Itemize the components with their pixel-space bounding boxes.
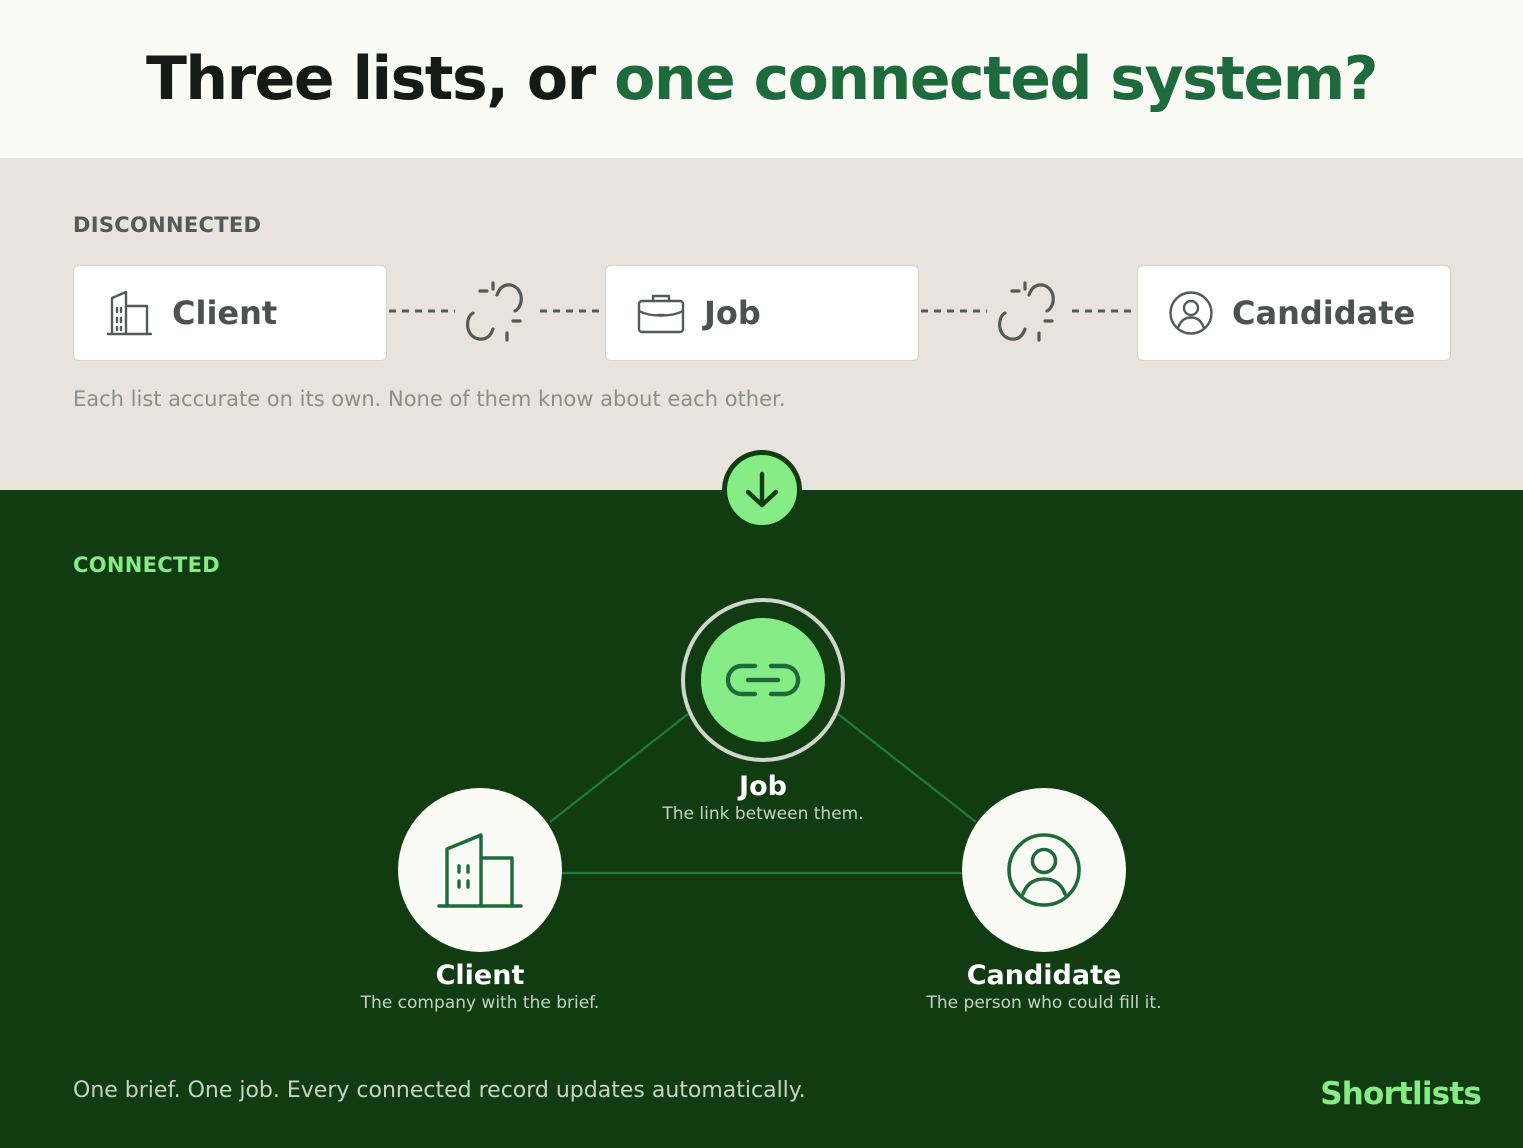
node-client-description: The company with the brief.	[360, 993, 600, 1013]
link-icon	[725, 663, 801, 697]
node-candidate	[962, 788, 1126, 952]
node-client	[398, 788, 562, 952]
user-circle-icon	[1007, 833, 1081, 907]
building-icon	[437, 833, 523, 908]
brand-logo: Shortlists	[1320, 1076, 1482, 1112]
node-candidate-title: Candidate	[966, 960, 1122, 991]
node-job-description: The link between them.	[662, 804, 864, 824]
node-job-title: Job	[739, 771, 787, 802]
node-job-core	[701, 618, 825, 742]
node-candidate-description: The person who could fill it.	[926, 993, 1162, 1013]
connection-lines	[549, 713, 977, 875]
footer-text: One brief. One job. Every connected reco…	[73, 1078, 806, 1103]
node-job	[681, 598, 845, 762]
node-client-title: Client	[435, 960, 525, 991]
